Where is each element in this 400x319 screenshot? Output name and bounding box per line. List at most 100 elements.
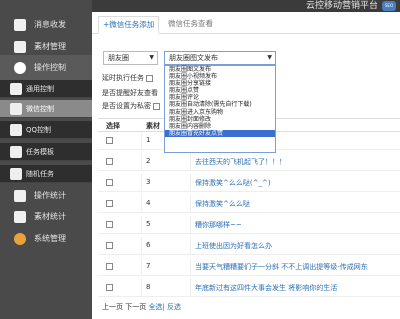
column-divider: [190, 195, 191, 213]
column-divider: [141, 237, 142, 255]
header-material: 素材: [146, 122, 160, 130]
random-icon: [10, 168, 22, 180]
sidebar-item-label: 通用控制: [26, 85, 54, 93]
row-content[interactable]: 年底新过有这四件大事会发生 将影响你的生活: [195, 283, 337, 293]
select-all-links[interactable]: 全选| 反选: [148, 303, 181, 311]
column-divider: [141, 153, 142, 171]
user-icon: [14, 233, 26, 245]
sidebar: 消息收发 素材管理 操作控制 通用控制 微信控制 QQ控制 任务模板 随机任务 …: [0, 0, 92, 319]
private-label: 是否设置为私密: [102, 102, 151, 110]
row-checkbox[interactable]: [106, 284, 113, 291]
sidebar-item-system[interactable]: 系统管理: [0, 226, 92, 252]
row-number: 8: [146, 283, 151, 291]
row-checkbox[interactable]: [106, 137, 113, 144]
sidebar-item-random[interactable]: 随机任务: [0, 165, 92, 183]
column-divider: [141, 195, 142, 213]
brand-badge: SEO: [382, 1, 396, 11]
column-divider: [141, 216, 142, 234]
delay-run-checkbox[interactable]: [146, 74, 154, 82]
row-number: 6: [146, 241, 151, 249]
sidebar-item-label: 操作控制: [34, 63, 66, 72]
table-row[interactable]: 7 当要天气糟糟要们子一分斜 不不上调出提等级-传成网东: [98, 258, 400, 276]
wechat-icon: [10, 103, 22, 115]
table-row[interactable]: 4 保持激笑^么么哒: [98, 195, 400, 213]
task-type-dropdown: 朋友圈图文发布 朋友圈小视频发布 朋友圈分享链接 朋友圈点赞 朋友圈评论 朋友圈自动清除(…: [164, 65, 276, 153]
dropdown-option[interactable]: 朋友圈内容删除: [165, 123, 275, 130]
row-number: 5: [146, 220, 151, 228]
sidebar-item-operation-control[interactable]: 操作控制: [0, 55, 92, 81]
sidebar-item-label: 任务模板: [26, 148, 54, 156]
column-divider: [141, 279, 142, 297]
row-checkbox[interactable]: [106, 242, 113, 249]
delay-run-label: 延时执行任务: [102, 74, 144, 82]
sidebar-item-label: 微信控制: [26, 105, 54, 113]
row-content[interactable]: 上班使出因为好看怎么办: [195, 241, 272, 251]
sidebar-item-qq[interactable]: QQ控制: [0, 121, 92, 139]
delay-run-row: 延时执行任务: [102, 73, 154, 83]
row-number: 3: [146, 178, 151, 186]
chevron-down-icon: ▼: [149, 54, 154, 61]
table-row[interactable]: 2 去往西天的飞机起飞了！！！: [98, 153, 400, 171]
dropdown-option[interactable]: 朋友圈自动清除(需先自行下载): [165, 101, 275, 108]
table-row[interactable]: 3 保持激笑^么么哒(^_^): [98, 174, 400, 192]
app-title: 云控移动营销平台: [305, 1, 378, 11]
row-checkbox[interactable]: [106, 221, 113, 228]
folder-icon: [14, 41, 26, 53]
pager-prev-next[interactable]: 上一页 下一页: [102, 303, 146, 311]
row-content[interactable]: 去往西天的飞机起飞了！！！: [195, 157, 286, 167]
row-checkbox[interactable]: [106, 158, 113, 165]
dropdown-option[interactable]: 朋友圈进入京东购物: [165, 109, 275, 116]
chevron-down-icon: ▼: [267, 54, 272, 61]
row-number: 7: [146, 262, 151, 270]
category-select[interactable]: 朋友圈 ▼: [103, 51, 158, 65]
category-select-value: 朋友圈: [108, 54, 129, 62]
column-divider: [190, 174, 191, 192]
sidebar-item-templates[interactable]: 任务模板: [0, 143, 92, 161]
sidebar-item-label: 系统管理: [34, 234, 66, 243]
column-divider: [190, 237, 191, 255]
column-divider: [190, 153, 191, 171]
pager: 上一页 下一页 全选| 反选: [102, 302, 181, 312]
sidebar-item-label: QQ控制: [26, 126, 52, 134]
row-content[interactable]: 保持激笑^么么哒: [195, 199, 250, 209]
task-type-select-value: 朋友圈图文发布: [169, 54, 218, 62]
dropdown-option[interactable]: 朋友圈冒充好友点赞: [165, 129, 275, 137]
remind-label: 是否提醒好友查看: [102, 89, 158, 97]
row-number: 1: [146, 136, 151, 144]
chart-icon: [14, 211, 26, 223]
row-content[interactable]: 当要天气糟糟要们子一分斜 不不上调出提等级-传成网东: [195, 262, 368, 272]
tab-bar: +微信任务添加 微信任务查看: [92, 12, 400, 34]
header-select: 选择: [106, 122, 120, 130]
column-divider: [190, 258, 191, 276]
qq-icon: [10, 124, 22, 136]
table-row[interactable]: 6 上班使出因为好看怎么办: [98, 237, 400, 255]
chat-icon: [14, 19, 26, 31]
dropdown-option[interactable]: 朋友圈封面修改: [165, 116, 275, 123]
row-checkbox[interactable]: [106, 263, 113, 270]
row-content[interactable]: 糟你那哪样~~: [195, 220, 242, 230]
remind-row: 是否提醒好友查看: [102, 88, 158, 98]
row-checkbox[interactable]: [106, 179, 113, 186]
row-checkbox[interactable]: [106, 200, 113, 207]
tab-view-tasks[interactable]: 微信任务查看: [164, 16, 217, 34]
sidebar-item-label: 随机任务: [26, 170, 54, 178]
template-icon: [10, 146, 22, 158]
column-divider: [190, 216, 191, 234]
control-icon: [10, 83, 22, 95]
row-content[interactable]: 保持激笑^么么哒(^_^): [195, 178, 271, 188]
tab-add-task[interactable]: +微信任务添加: [98, 16, 160, 34]
column-divider: [190, 279, 191, 297]
private-checkbox[interactable]: [153, 102, 161, 110]
column-divider: [141, 132, 142, 150]
table-row[interactable]: 8 年底新过有这四件大事会发生 将影响你的生活: [98, 279, 400, 297]
sidebar-item-general[interactable]: 通用控制: [0, 80, 92, 98]
column-divider: [141, 258, 142, 276]
row-number: 4: [146, 199, 151, 207]
sidebar-item-wechat[interactable]: 微信控制: [0, 100, 92, 118]
table-row[interactable]: 5 糟你那哪样~~: [98, 216, 400, 234]
gear-icon: [14, 62, 26, 74]
task-type-select[interactable]: 朋友圈图文发布 ▼: [164, 51, 276, 65]
column-divider: [141, 174, 142, 192]
row-number: 2: [146, 157, 151, 165]
stats-icon: [14, 190, 26, 202]
